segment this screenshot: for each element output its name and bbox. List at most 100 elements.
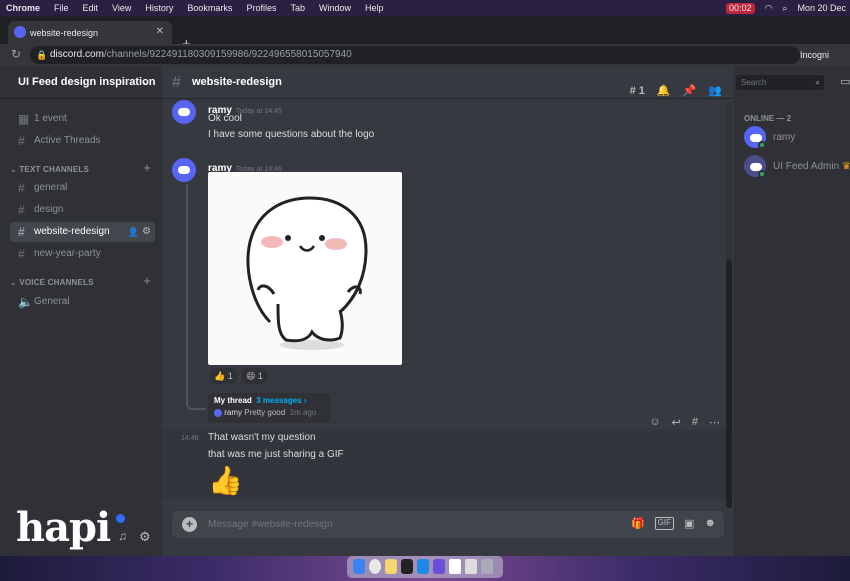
hashtag-icon: # — [18, 181, 25, 195]
close-tab-icon[interactable]: ✕ — [156, 26, 164, 37]
avatar[interactable] — [172, 158, 196, 182]
thread-message-count[interactable]: 3 messages › — [256, 396, 306, 405]
crown-icon: ♛ — [841, 161, 850, 172]
search-input[interactable]: Search ⌕ — [736, 75, 824, 90]
chevron-down-icon: ⌄ — [10, 278, 20, 287]
app-icon[interactable] — [433, 559, 445, 574]
member-name[interactable]: UI Feed Admin ♛ — [773, 161, 850, 172]
gear-icon[interactable]: ⚙ — [142, 222, 151, 242]
menu-profiles[interactable]: Profiles — [246, 3, 276, 13]
pin-icon[interactable]: 📌 — [683, 75, 697, 108]
chat-scrollbar[interactable] — [726, 102, 732, 508]
events-item[interactable]: ▦ 1 event — [10, 109, 155, 129]
terminal-icon[interactable] — [401, 559, 413, 574]
thumbs-up-emoji: 👍 — [208, 465, 243, 496]
message-text: I have some questions about the logo — [208, 129, 375, 140]
document-icon[interactable] — [449, 559, 461, 574]
avatar — [214, 408, 222, 417]
bell-icon[interactable]: 🔔 — [657, 75, 671, 108]
member-list-icon[interactable]: 👥 — [708, 75, 722, 108]
reload-icon[interactable]: ↻ — [11, 47, 21, 61]
chevron-down-icon: ⌄ — [141, 77, 150, 88]
gif-icon[interactable]: GIF — [654, 517, 675, 530]
create-thread-icon[interactable]: # — [692, 416, 698, 429]
gift-icon[interactable]: 🎁 — [631, 517, 645, 530]
online-status-dot — [758, 170, 766, 178]
message-text: that was me just sharing a GIF — [208, 449, 344, 460]
channel-sidebar: UI Feed design inspiration ⌄ ▦ 1 event #… — [0, 66, 162, 556]
browser-tab[interactable]: website-redesign ✕ — [8, 21, 172, 44]
menu-window[interactable]: Window — [319, 3, 351, 13]
safari-icon[interactable] — [417, 559, 429, 574]
channel-title: website-redesign — [192, 76, 282, 88]
voice-channels-category[interactable]: ⌄ VOICE CHANNELS + — [10, 274, 155, 290]
screen-recording-indicator[interactable]: 00:02 — [726, 2, 755, 14]
hashtag-icon: # — [18, 203, 25, 217]
sticker-icon[interactable]: ▣ — [684, 517, 694, 530]
menu-help[interactable]: Help — [365, 3, 384, 13]
thread-preview[interactable]: My thread 3 messages › ramy Pretty good … — [208, 393, 330, 423]
preview-icon[interactable] — [465, 559, 477, 574]
chevron-down-icon: ⌄ — [10, 165, 20, 174]
search-icon[interactable]: ⌕ — [782, 3, 787, 14]
message-timestamp: 14:46 — [181, 435, 199, 442]
finder-icon[interactable] — [353, 559, 365, 574]
menu-clock[interactable]: Mon 20 Dec — [797, 3, 846, 13]
menu-bookmarks[interactable]: Bookmarks — [187, 3, 232, 13]
menu-file[interactable]: File — [54, 3, 69, 13]
inbox-icon[interactable]: ▭ — [840, 75, 850, 88]
channel-website-redesign[interactable]: # website-redesign 👤 ⚙ — [10, 222, 155, 242]
trash-icon[interactable] — [481, 559, 493, 574]
create-channel-icon[interactable]: + — [143, 161, 151, 175]
reply-icon[interactable]: ↩ — [672, 416, 681, 429]
add-attachment-icon[interactable]: + — [182, 517, 197, 532]
message-text: Ok cool — [208, 113, 242, 124]
channel-design[interactable]: # design — [10, 200, 155, 220]
more-options-icon[interactable]: ⋯ — [709, 416, 720, 429]
menu-tab[interactable]: Tab — [290, 3, 305, 13]
mac-dock — [347, 556, 503, 578]
active-threads-item[interactable]: # Active Threads — [10, 131, 155, 151]
user-settings-gear-icon[interactable]: ⚙ — [139, 529, 151, 545]
incognito-profile[interactable]: Incogni — [800, 46, 829, 64]
chat-area: # website-redesign # 1 🔔 📌 👥 ramy Today a… — [162, 66, 734, 556]
headset-icon[interactable]: ♫ — [118, 529, 127, 543]
voice-channel-general[interactable]: 🔈 General — [10, 292, 155, 312]
scrollbar-thumb[interactable] — [726, 260, 732, 508]
wifi-icon[interactable]: ◠ — [765, 3, 773, 14]
channel-new-year-party[interactable]: # new-year-party — [10, 244, 155, 264]
mac-menu-bar: Chrome File Edit View History Bookmarks … — [0, 0, 850, 16]
message-timestamp: Today at 14:45 — [235, 108, 282, 115]
message-composer[interactable]: + Message #website-redesign 🎁 GIF ▣ ☻ — [172, 511, 724, 538]
server-name-header[interactable]: UI Feed design inspiration ⌄ — [0, 66, 162, 99]
channel-general[interactable]: # general — [10, 178, 155, 198]
message-input[interactable]: Message #website-redesign — [208, 511, 333, 538]
menu-app-name[interactable]: Chrome — [6, 3, 40, 13]
notes-icon[interactable] — [385, 559, 397, 574]
add-reaction-icon[interactable]: ☺ — [649, 416, 660, 429]
text-channels-label: TEXT CHANNELS — [19, 165, 90, 174]
address-bar[interactable]: 🔒 discord.com/channels/92249118030915998… — [30, 46, 800, 64]
menu-edit[interactable]: Edit — [83, 3, 99, 13]
channel-label: general — [34, 182, 68, 193]
create-channel-icon[interactable]: + — [143, 274, 151, 288]
browser-toolbar: ↻ 🔒 discord.com/channels/922491180309159… — [0, 44, 850, 66]
discord-favicon-icon — [14, 26, 26, 38]
text-channels-category[interactable]: ⌄ TEXT CHANNELS + — [10, 161, 155, 177]
active-threads-label: Active Threads — [34, 135, 101, 146]
reaction-thumbs-up[interactable]: 👍 1 — [210, 368, 237, 384]
menu-view[interactable]: View — [112, 3, 131, 13]
menu-history[interactable]: History — [145, 3, 173, 13]
member-name[interactable]: ramy — [773, 132, 795, 143]
member-name-text: UI Feed Admin — [773, 161, 840, 172]
chrome-icon[interactable] — [369, 559, 381, 574]
hashtag-icon: # — [172, 74, 181, 91]
cartoon-gif-image — [246, 196, 368, 350]
reaction-grin[interactable]: 😄 1 — [242, 368, 267, 384]
avatar[interactable] — [172, 100, 196, 124]
search-icon: ⌕ — [815, 78, 820, 87]
gif-attachment[interactable] — [208, 172, 402, 365]
threads-icon[interactable]: # 1 — [630, 75, 645, 108]
add-member-icon[interactable]: 👤 — [128, 222, 139, 242]
emoji-icon[interactable]: ☻ — [704, 517, 716, 530]
